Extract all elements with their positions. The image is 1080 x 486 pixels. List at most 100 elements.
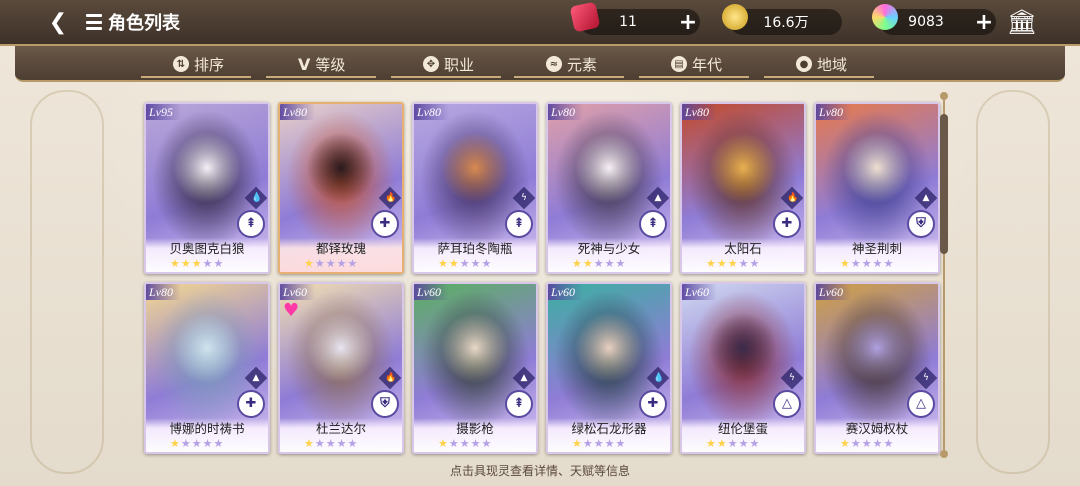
filter-region[interactable]: ● 地域	[796, 52, 847, 76]
star-icon: ★	[202, 437, 214, 450]
star-rating: ★★★★★	[304, 257, 358, 270]
gold-coin-icon	[722, 4, 748, 30]
character-card[interactable]: Lv80 🔥 ✚ 都铎玫瑰 ★★★★★	[278, 102, 404, 274]
star-icon: ★	[840, 437, 851, 450]
level-badge: Lv80	[414, 104, 449, 120]
character-card[interactable]: Lv80 ▲ ⇞ 死神与少女 ★★★★★	[546, 102, 672, 274]
level-badge: Lv60	[682, 284, 717, 300]
star-icon: ★	[213, 257, 225, 270]
level-badge: Lv60	[280, 284, 315, 300]
star-icon: ★	[593, 437, 605, 450]
filter-level-label: 等级	[315, 55, 346, 74]
star-rating: ★★★★★	[170, 257, 224, 270]
star-icon: ★	[459, 257, 471, 270]
star-icon: ★	[872, 257, 884, 270]
filter-element-label: 元素	[567, 55, 598, 74]
list-icon	[86, 14, 102, 30]
star-icon: ★	[314, 257, 326, 270]
star-icon: ★	[191, 437, 203, 450]
cross-class-icon: ✚	[639, 390, 667, 418]
filter-era[interactable]: ▤ 年代	[671, 52, 722, 76]
filter-sort-label: 排序	[194, 55, 225, 74]
character-card[interactable]: Lv80 🔥 ✚ 太阳石 ★★★★★	[680, 102, 806, 274]
back-arrow-icon: ❮	[48, 9, 68, 35]
character-card[interactable]: Lv60 💧 ✚ 绿松石龙形器 ★★★★★	[546, 282, 672, 454]
character-name: 都铎玫瑰	[315, 241, 366, 256]
filter-class[interactable]: ✥ 职业	[423, 52, 474, 76]
star-rating: ★★★★★	[572, 257, 626, 270]
element-icon: ≈	[546, 56, 562, 72]
sort-icon: ⇅	[173, 56, 189, 72]
star-icon: ★	[883, 257, 895, 270]
star-icon: ★	[572, 437, 583, 450]
star-rating: ★★★★★	[840, 257, 894, 270]
star-icon: ★	[749, 257, 761, 270]
star-icon: ★	[593, 257, 605, 270]
favorite-heart-icon: ♥	[283, 300, 300, 321]
star-icon: ★	[481, 257, 493, 270]
star-icon: ★	[749, 437, 761, 450]
title-area: 角色列表	[86, 9, 180, 35]
sword-class-icon: ⇞	[237, 210, 265, 238]
triangle-class-icon: △	[773, 390, 801, 418]
star-icon: ★	[615, 437, 627, 450]
star-icon: ★	[459, 437, 471, 450]
character-name: 神圣荆刺	[851, 241, 902, 256]
level-badge: Lv80	[548, 104, 583, 120]
character-name: 赛汉姆权杖	[845, 421, 909, 436]
filter-class-label: 职业	[444, 55, 475, 74]
star-rating: ★★★★★	[304, 437, 358, 450]
star-icon: ★	[191, 257, 203, 270]
character-name: 萨耳珀冬陶瓶	[437, 241, 513, 256]
star-icon: ★	[582, 437, 594, 450]
filter-sort[interactable]: ⇅ 排序	[173, 52, 224, 76]
star-rating: ★★★★★	[438, 257, 492, 270]
star-icon: ★	[604, 257, 616, 270]
scrollbar[interactable]	[938, 90, 950, 460]
character-name: 太阳石	[724, 241, 762, 256]
filter-level[interactable]: V 等级	[298, 52, 345, 76]
level-icon: V	[298, 54, 311, 74]
top-bar: ❮ 角色列表 11 + 16.6万 9083 + 🏛	[0, 0, 1080, 46]
museum-icon[interactable]: 🏛	[1006, 6, 1038, 38]
star-icon: ★	[738, 437, 750, 450]
level-badge: Lv80	[146, 284, 181, 300]
star-icon: ★	[872, 437, 884, 450]
character-card[interactable]: Lv80 ϟ ⇞ 萨耳珀冬陶瓶 ★★★★★	[412, 102, 538, 274]
star-icon: ★	[883, 437, 895, 450]
filter-element[interactable]: ≈ 元素	[546, 52, 597, 76]
gem-icon	[872, 4, 898, 30]
character-card[interactable]: Lv80 ▲ ✚ 博娜的时祷书 ★★★★★	[144, 282, 270, 454]
star-icon: ★	[304, 437, 315, 450]
star-icon: ★	[213, 437, 225, 450]
character-card[interactable]: Lv60 ♥ 🔥 ⛨ 杜兰达尔 ★★★★★	[278, 282, 404, 454]
triangle-class-icon: △	[907, 390, 935, 418]
level-badge: Lv80	[280, 104, 315, 120]
sword-class-icon: ⇞	[505, 390, 533, 418]
character-card[interactable]: Lv60 ϟ △ 纽伦堡蛋 ★★★★★	[680, 282, 806, 454]
star-icon: ★	[861, 257, 873, 270]
tab-underline	[141, 76, 251, 78]
star-icon: ★	[604, 437, 616, 450]
page-title: 角色列表	[108, 13, 180, 34]
star-icon: ★	[336, 257, 348, 270]
ticket-icon	[569, 1, 601, 33]
scrollbar-bottom-cap	[940, 450, 948, 458]
character-card[interactable]: Lv60 ▲ ⇞ 摄影枪 ★★★★★	[412, 282, 538, 454]
scrollbar-thumb[interactable]	[940, 114, 948, 254]
add-gem-button[interactable]: +	[972, 10, 996, 35]
level-badge: Lv60	[414, 284, 449, 300]
tab-underline	[764, 76, 874, 78]
character-card[interactable]: Lv80 ▲ ⛨ 神圣荆刺 ★★★★★	[814, 102, 940, 274]
level-badge: Lv80	[682, 104, 717, 120]
character-name: 贝奥图克白狼	[169, 241, 245, 256]
add-ticket-button[interactable]: +	[676, 10, 700, 35]
star-icon: ★	[840, 257, 851, 270]
character-card[interactable]: Lv60 ϟ △ 赛汉姆权杖 ★★★★★	[814, 282, 940, 454]
character-name: 杜兰达尔	[315, 421, 366, 436]
back-button[interactable]: ❮	[38, 8, 78, 36]
star-icon: ★	[448, 437, 460, 450]
class-icon: ✥	[423, 56, 439, 72]
filter-bar: ⇅ 排序 V 等级 ✥ 职业 ≈ 元素 ▤ 年代 ● 地域	[15, 46, 1065, 82]
character-card[interactable]: Lv95 💧 ⇞ 贝奥图克白狼 ★★★★★	[144, 102, 270, 274]
